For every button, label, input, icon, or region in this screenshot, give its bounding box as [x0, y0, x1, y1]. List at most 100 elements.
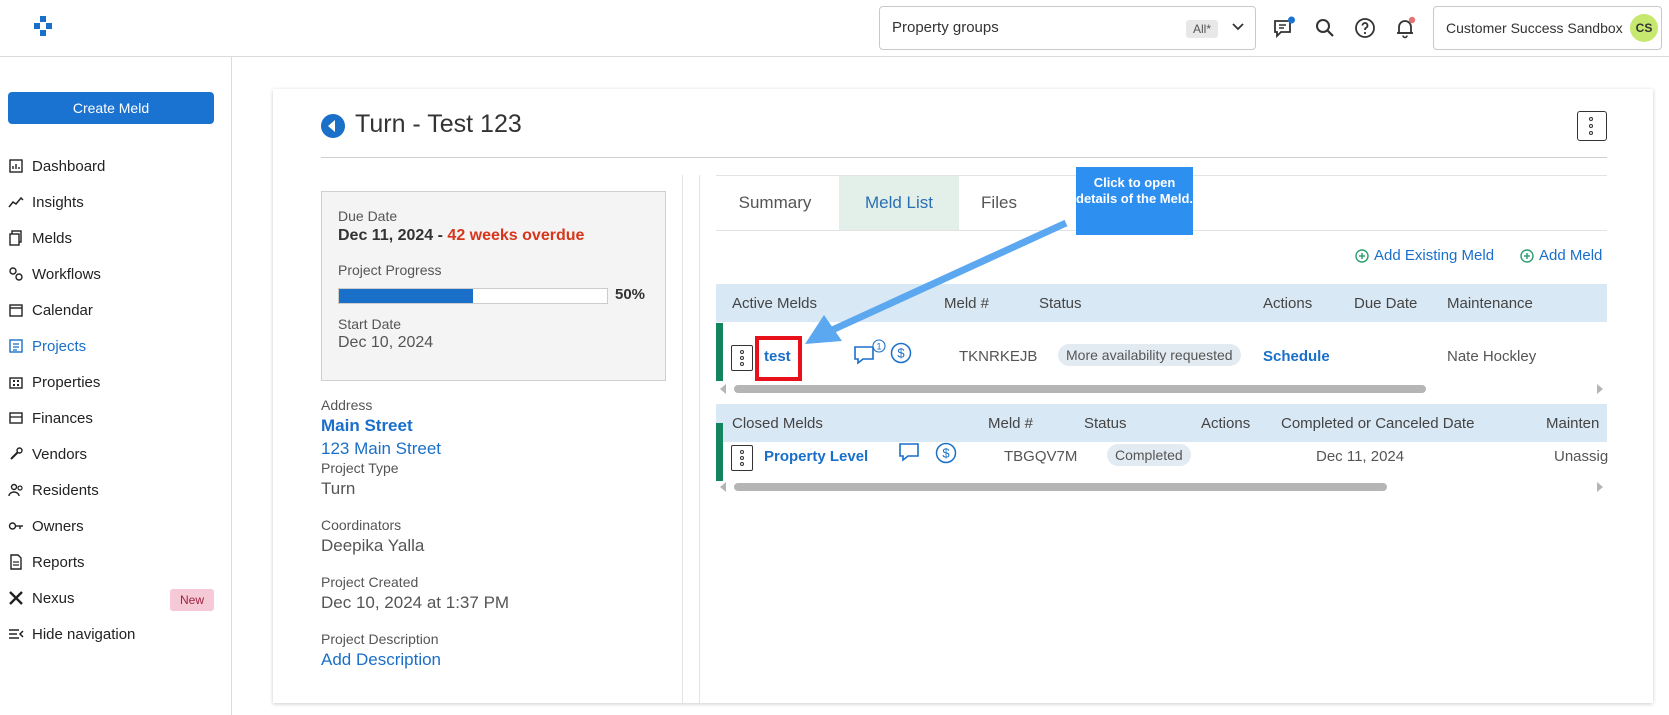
schedule-action-link[interactable]: Schedule	[1263, 348, 1330, 365]
vendors-icon	[10, 447, 23, 460]
workflows-icon	[9, 267, 23, 281]
svg-text:$: $	[942, 446, 950, 461]
meld-options-button[interactable]	[731, 445, 753, 471]
properties-icon	[9, 377, 23, 389]
due-date-label: Due Date	[338, 208, 398, 224]
calendar-icon	[9, 304, 23, 317]
message-icon[interactable]	[898, 441, 920, 463]
property-groups-badge: All*	[1186, 20, 1219, 38]
active-row-status-bar	[716, 323, 723, 381]
progress-bar	[338, 288, 608, 304]
project-type-value: Turn	[321, 479, 356, 498]
sidebar-item-reports[interactable]: Reports	[8, 549, 224, 575]
divider	[682, 175, 683, 703]
sidebar-item-workflows[interactable]: Workflows	[8, 261, 224, 287]
dot-icon	[1589, 131, 1593, 135]
search-icon[interactable]	[1313, 16, 1337, 40]
column-header: Mainten	[1546, 415, 1600, 432]
sidebar-item-label: Finances	[32, 409, 93, 427]
organization-switcher[interactable]: Customer Success Sandbox CS	[1433, 6, 1662, 50]
reports-icon	[10, 554, 22, 570]
dot-icon	[740, 456, 744, 460]
add-existing-meld-label: Add Existing Meld	[1374, 247, 1495, 264]
chevron-down-icon[interactable]	[1230, 17, 1246, 37]
sidebar-item-projects[interactable]: Projects	[8, 333, 224, 359]
finances-icon	[9, 412, 23, 424]
due-date-line: Dec 11, 2024 - 42 weeks overdue	[338, 227, 584, 245]
scroll-right-icon[interactable]	[1597, 384, 1603, 394]
dot-icon	[740, 350, 744, 354]
column-header: Meld #	[988, 415, 1034, 432]
overdue-text: 42 weeks overdue	[447, 227, 585, 244]
column-header: Status	[1084, 415, 1127, 432]
address-line-link[interactable]: 123 Main Street	[321, 439, 441, 459]
dot-icon	[740, 462, 744, 466]
closed-row-status-bar	[716, 423, 723, 481]
sidebar-item-properties[interactable]: Properties	[8, 369, 224, 395]
sidebar-item-vendors[interactable]: Vendors	[8, 441, 224, 467]
sidebar-item-calendar[interactable]: Calendar	[8, 297, 224, 323]
tooltip-callout: Click to open details of the Meld.	[1076, 167, 1193, 235]
scroll-left-icon[interactable]	[720, 482, 726, 492]
add-meld-button[interactable]: Add Meld	[1520, 247, 1602, 264]
dot-icon	[1589, 124, 1593, 128]
column-header: Completed or Canceled Date	[1281, 415, 1475, 432]
notifications-bell-icon[interactable]	[1393, 16, 1417, 40]
dot-icon	[740, 450, 744, 454]
sidebar-item-label: Hide navigation	[32, 625, 136, 643]
sidebar-item-residents[interactable]: Residents	[8, 477, 224, 503]
sidebar-item-dashboard[interactable]: Dashboard	[8, 153, 224, 179]
sidebar-item-label: Dashboard	[32, 157, 106, 175]
property-groups-select[interactable]: Property groups All*	[879, 6, 1256, 50]
start-date-label: Start Date	[338, 316, 402, 332]
add-description-link[interactable]: Add Description	[321, 650, 441, 670]
meld-title-link[interactable]: Property Level	[764, 448, 868, 465]
scrollbar-thumb[interactable]	[734, 483, 1387, 491]
residents-icon	[8, 483, 23, 497]
sidebar-item-label: Calendar	[32, 301, 93, 319]
create-meld-button[interactable]: Create Meld	[8, 92, 214, 124]
progress-bar-fill	[339, 289, 473, 303]
divider	[699, 175, 700, 703]
sidebar-item-label: Owners	[32, 517, 84, 535]
highlight-box	[755, 336, 802, 381]
sidebar-item-hide-navigation[interactable]: Hide navigation	[8, 621, 224, 647]
column-header: Closed Melds	[732, 415, 823, 432]
callout-arrow-icon	[805, 219, 1068, 344]
scrollbar-thumb[interactable]	[734, 385, 1426, 393]
avatar[interactable]: CS	[1630, 14, 1658, 42]
project-created-value: Dec 10, 2024 at 1:37 PM	[321, 593, 510, 612]
column-header: Actions	[1263, 295, 1313, 312]
organization-name: Customer Success Sandbox	[1446, 20, 1623, 36]
nexus-new-badge: New	[170, 589, 214, 611]
sidebar-item-insights[interactable]: Insights	[8, 189, 224, 215]
maintenance-assignee: Nate Hockley	[1447, 348, 1537, 365]
address-name-link[interactable]: Main Street	[321, 416, 413, 436]
invoice-dollar-icon[interactable]: $	[935, 442, 957, 464]
sidebar-item-finances[interactable]: Finances	[8, 405, 224, 431]
status-badge: More availability requested	[1058, 344, 1241, 366]
sidebar-item-melds[interactable]: Melds	[8, 225, 224, 251]
project-more-options-button[interactable]	[1577, 111, 1607, 141]
top-bar: Property groups All* Customer Success Sa…	[0, 0, 1669, 57]
hide-navigation-icon	[9, 629, 24, 639]
property-meld-logo-icon[interactable]	[32, 16, 54, 38]
divider	[321, 157, 1607, 158]
chat-icon[interactable]	[1272, 16, 1296, 40]
project-created-label: Project Created	[321, 574, 419, 590]
sidebar-item-label: Nexus	[32, 589, 75, 607]
due-date-separator: -	[433, 227, 448, 244]
meld-options-button[interactable]	[731, 345, 753, 371]
project-description-label: Project Description	[321, 631, 439, 647]
sidebar-item-label: Residents	[32, 481, 99, 499]
meld-number: TKNRKEJB	[959, 348, 1038, 365]
sidebar-item-owners[interactable]: Owners	[8, 513, 224, 539]
scroll-right-icon[interactable]	[1597, 482, 1603, 492]
page-title: Turn - Test 123	[355, 110, 522, 138]
add-existing-meld-button[interactable]: Add Existing Meld	[1355, 247, 1494, 264]
coordinators-value: Deepika Yalla	[321, 536, 425, 555]
dot-icon	[740, 362, 744, 366]
back-arrow-icon[interactable]	[321, 114, 345, 138]
scroll-left-icon[interactable]	[720, 384, 726, 394]
help-icon[interactable]	[1353, 16, 1377, 40]
